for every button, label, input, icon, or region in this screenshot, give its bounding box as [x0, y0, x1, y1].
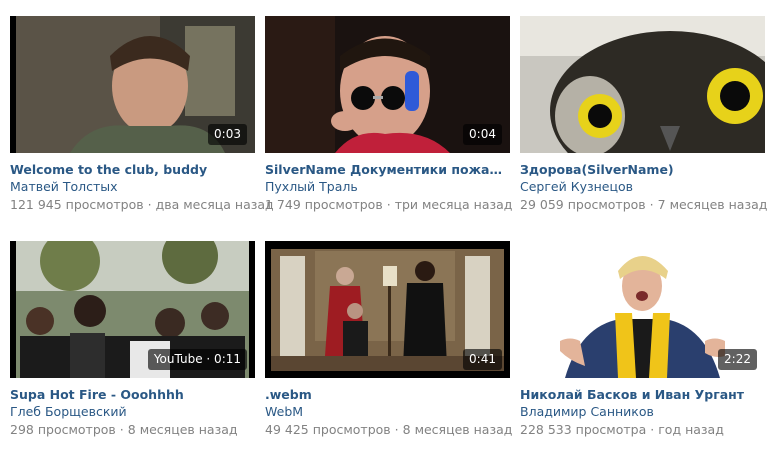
- video-card[interactable]: Здорова(SilverName) Сергей Кузнецов 29 0…: [520, 16, 768, 214]
- video-author[interactable]: Владимир Санников: [520, 403, 765, 421]
- video-author[interactable]: Матвей Толстых: [10, 178, 255, 196]
- video-card[interactable]: 0:03 Welcome to the club, buddy Матвей Т…: [10, 16, 274, 214]
- video-title[interactable]: Николай Басков и Иван Ургант: [520, 387, 765, 403]
- video-thumbnail[interactable]: 0:41: [265, 241, 510, 378]
- video-thumbnail[interactable]: YouTube · 0:11: [10, 241, 255, 378]
- video-card[interactable]: 2:22 Николай Басков и Иван Ургант Владим…: [520, 241, 765, 439]
- separator: ·: [650, 422, 655, 437]
- video-author[interactable]: WebM: [265, 403, 510, 421]
- upload-date: год назад: [658, 422, 724, 437]
- duration-badge: 0:03: [208, 124, 247, 145]
- video-thumbnail[interactable]: 0:04: [265, 16, 510, 153]
- video-meta: 29 059 просмотров · 7 месяцев назад: [520, 196, 768, 214]
- duration-badge: 2:22: [718, 349, 757, 370]
- separator: ·: [386, 197, 391, 212]
- video-card[interactable]: 0:04 SilverName Документики пожалуйста! …: [265, 16, 513, 214]
- video-author[interactable]: Пухлый Траль: [265, 178, 510, 196]
- separator: ·: [649, 197, 654, 212]
- video-meta: 49 425 просмотров · 8 месяцев назад: [265, 421, 513, 439]
- upload-date: 8 месяцев назад: [127, 422, 238, 437]
- video-meta: 1 749 просмотров · три месяца назад: [265, 196, 513, 214]
- video-meta: 121 945 просмотров · два месяца назад: [10, 196, 274, 214]
- video-title[interactable]: Welcome to the club, buddy: [10, 162, 255, 178]
- upload-date: два месяца назад: [155, 197, 274, 212]
- owl-closeup-thumbnail: [520, 16, 765, 153]
- video-title[interactable]: Supa Hot Fire - Ooohhhh: [10, 387, 255, 403]
- view-count: 1 749 просмотров: [265, 197, 383, 212]
- view-count: 298 просмотров: [10, 422, 116, 437]
- separator: ·: [119, 422, 124, 437]
- video-author[interactable]: Глеб Борщевский: [10, 403, 255, 421]
- video-title[interactable]: .webm: [265, 387, 510, 403]
- view-count: 49 425 просмотров: [265, 422, 391, 437]
- separator: ·: [147, 197, 152, 212]
- upload-date: 7 месяцев назад: [657, 197, 768, 212]
- separator: ·: [394, 422, 399, 437]
- view-count: 29 059 просмотров: [520, 197, 646, 212]
- video-card[interactable]: 0:41 .webm WebM 49 425 просмотров · 8 меся…: [265, 241, 513, 439]
- duration-badge: YouTube · 0:11: [147, 349, 247, 370]
- upload-date: 8 месяцев назад: [402, 422, 513, 437]
- view-count: 121 945 просмотров: [10, 197, 144, 212]
- view-count: 228 533 просмотра: [520, 422, 647, 437]
- upload-date: три месяца назад: [394, 197, 513, 212]
- video-meta: 228 533 просмотра · год назад: [520, 421, 765, 439]
- video-title[interactable]: SilverName Документики пожалуйста! ...: [265, 162, 510, 178]
- video-thumbnail[interactable]: 2:22: [520, 241, 765, 378]
- video-title[interactable]: Здорова(SilverName): [520, 162, 765, 178]
- video-thumbnail[interactable]: [520, 16, 765, 153]
- duration-badge: 0:04: [463, 124, 502, 145]
- video-card[interactable]: YouTube · 0:11 Supa Hot Fire - Ooohhhh Г…: [10, 241, 255, 439]
- video-thumbnail[interactable]: 0:03: [10, 16, 255, 153]
- video-author[interactable]: Сергей Кузнецов: [520, 178, 765, 196]
- duration-badge: 0:41: [463, 349, 502, 370]
- video-meta: 298 просмотров · 8 месяцев назад: [10, 421, 255, 439]
